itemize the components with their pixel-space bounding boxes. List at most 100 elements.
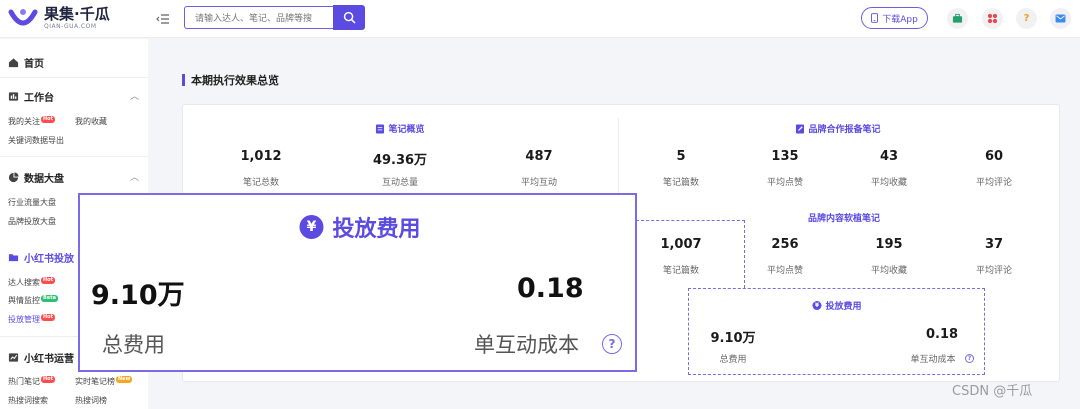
group-title-text: 品牌内容软植笔记 bbox=[807, 214, 881, 224]
divider bbox=[0, 77, 148, 78]
sidebar-group-workbench[interactable]: 工作台 bbox=[8, 89, 54, 104]
unit-cost-value: 0.18 bbox=[925, 327, 959, 342]
sidebar-item-home[interactable]: 首页 bbox=[8, 55, 44, 70]
search-button[interactable] bbox=[333, 5, 365, 30]
callout-connector-horizontal bbox=[636, 220, 745, 221]
sidebar-group-xhs-ads[interactable]: 小红书投放 bbox=[8, 250, 74, 265]
sidebar-item-ad-management[interactable]: 投放管理 Hot bbox=[8, 314, 56, 325]
ad-cost-title: ¥ 投放费用 bbox=[812, 299, 862, 312]
phone-icon bbox=[871, 13, 879, 23]
stat-value: 37 bbox=[984, 237, 1004, 252]
search-icon bbox=[343, 11, 355, 24]
sidebar-item-keyword-export[interactable]: 关键词数据导出 bbox=[8, 135, 64, 146]
workbench-icon bbox=[8, 92, 19, 101]
sidebar-group-label: 小红书投放 bbox=[24, 254, 74, 265]
watermark: CSDN @千瓜 bbox=[952, 384, 1033, 399]
sidebar-item-label: 实时笔记榜 bbox=[75, 377, 115, 386]
zoom-total-cost-label: 总费用 bbox=[102, 333, 165, 357]
brand-coop-title: 品牌合作报备笔记 bbox=[795, 122, 881, 135]
logo-subtitle: QIAN-GUA.COM bbox=[44, 22, 97, 30]
title-accent-bar bbox=[182, 74, 185, 86]
apps-icon[interactable] bbox=[982, 8, 1003, 29]
stat-label: 平均点赞 bbox=[766, 178, 804, 188]
stat-value: 256 bbox=[771, 237, 799, 252]
sidebar-item-my-follow[interactable]: 我的关注 Hot bbox=[8, 116, 56, 127]
chevron-up-icon[interactable]: ︿ bbox=[130, 89, 139, 102]
sidebar-group-label: 数据大盘 bbox=[24, 174, 64, 185]
notes-overview-title: 笔记概览 bbox=[375, 122, 425, 135]
sidebar-item-industry-traffic[interactable]: 行业流量大盘 bbox=[8, 197, 56, 208]
logo-name: 果集·千瓜 bbox=[44, 4, 110, 23]
sidebar-item-label: 我的关注 bbox=[8, 117, 40, 126]
yen-coin-icon: ¥ bbox=[812, 301, 822, 310]
sidebar-item-kol-search[interactable]: 达人搜索 Hot bbox=[8, 277, 56, 288]
sidebar-group-data[interactable]: 数据大盘 bbox=[8, 170, 64, 185]
help-icon[interactable]: ? bbox=[965, 354, 974, 363]
hot-badge: Hot bbox=[41, 277, 56, 284]
logo[interactable]: 果集·千瓜 QIAN-GUA.COM bbox=[8, 6, 110, 30]
total-cost-label: 总费用 bbox=[719, 355, 747, 365]
sidebar-item-label: 舆情监控 bbox=[8, 296, 40, 305]
stat-label: 笔记总数 bbox=[242, 178, 280, 188]
stat-value: 1,007 bbox=[660, 237, 702, 252]
sidebar-group-label: 工作台 bbox=[24, 93, 54, 104]
stat-label: 笔记篇数 bbox=[662, 178, 700, 188]
stat-label: 笔记篇数 bbox=[662, 266, 700, 276]
sidebar-item-brand-ads[interactable]: 品牌投放大盘 bbox=[8, 216, 56, 227]
help-icon[interactable]: ? bbox=[1016, 8, 1037, 29]
stat-value: 1,012 bbox=[240, 149, 282, 164]
stat-value: 49.36万 bbox=[372, 153, 428, 168]
stat-label: 平均收藏 bbox=[870, 178, 908, 188]
folder-icon bbox=[8, 254, 19, 262]
zoom-total-cost-value: 9.10万 bbox=[91, 280, 185, 311]
message-icon[interactable] bbox=[1050, 8, 1071, 29]
group-title-text: 投放费用 bbox=[825, 302, 862, 312]
group-title-text: 笔记概览 bbox=[388, 125, 425, 135]
zoom-ad-cost-title: ¥ 投放费用 bbox=[299, 211, 421, 243]
stat-value: 135 bbox=[771, 149, 799, 164]
sidebar-item-my-favorites[interactable]: 我的收藏 bbox=[75, 116, 107, 127]
sidebar-item-label: 热门笔记 bbox=[8, 377, 40, 386]
briefcase-icon[interactable] bbox=[947, 8, 968, 29]
stat-value: 43 bbox=[879, 149, 899, 164]
brand-content-title: 品牌内容软植笔记 bbox=[808, 211, 880, 224]
group-title-text: 品牌合作报备笔记 bbox=[808, 125, 881, 135]
sidebar-item-sentiment-monitor[interactable]: 舆情监控 Beta bbox=[8, 295, 58, 306]
new-badge: New bbox=[116, 376, 133, 383]
section-title-text: 本期执行效果总览 bbox=[191, 74, 279, 87]
search-input[interactable] bbox=[184, 6, 334, 29]
stat-label: 平均评论 bbox=[975, 266, 1013, 276]
stat-value: 5 bbox=[676, 149, 686, 164]
stat-label: 平均评论 bbox=[975, 178, 1013, 188]
hot-badge: Hot bbox=[41, 314, 56, 321]
stat-label: 平均收藏 bbox=[870, 266, 908, 276]
yen-coin-icon: ¥ bbox=[299, 215, 324, 239]
sidebar-item-hot-notes[interactable]: 热门笔记 Hot bbox=[8, 376, 56, 387]
zoom-unit-cost-label: 单互动成本 bbox=[474, 333, 579, 357]
ad-cost-zoom-callout: ¥ 投放费用 9.10万 总费用 0.18 单互动成本 ? bbox=[78, 193, 637, 372]
sidebar-group-xhs-ops[interactable]: 小红书运营 bbox=[8, 350, 74, 365]
chevron-up-icon[interactable]: ︿ bbox=[130, 170, 139, 183]
edit-document-icon bbox=[795, 124, 805, 133]
stat-value: 195 bbox=[875, 237, 903, 252]
logo-mark-icon bbox=[8, 6, 38, 30]
sidebar-item-label: 投放管理 bbox=[8, 315, 40, 324]
stat-value: 60 bbox=[984, 149, 1004, 164]
pie-chart-icon bbox=[8, 172, 19, 183]
sidebar-group-label: 小红书运营 bbox=[24, 354, 74, 365]
home-icon bbox=[8, 58, 19, 68]
help-icon[interactable]: ? bbox=[602, 334, 622, 354]
unit-cost-label: 单互动成本 bbox=[910, 355, 956, 365]
download-app-label: 下载App bbox=[882, 14, 918, 25]
sidebar-item-hot-search[interactable]: 热搜词搜索 bbox=[8, 395, 48, 406]
operations-icon bbox=[8, 353, 19, 362]
divider bbox=[0, 156, 148, 157]
top-bar: 果集·千瓜 QIAN-GUA.COM 下载App ? bbox=[0, 0, 1080, 38]
sidebar-item-hot-search-rank[interactable]: 热搜词榜 bbox=[75, 395, 107, 406]
sidebar-item-realtime-notes[interactable]: 实时笔记榜 New bbox=[75, 376, 133, 387]
section-title: 本期执行效果总览 bbox=[182, 72, 279, 88]
zoom-title-text: 投放费用 bbox=[332, 217, 421, 242]
download-app-button[interactable]: 下载App bbox=[861, 7, 928, 29]
menu-collapse-icon[interactable] bbox=[156, 11, 170, 25]
beta-badge: Beta bbox=[41, 295, 58, 302]
